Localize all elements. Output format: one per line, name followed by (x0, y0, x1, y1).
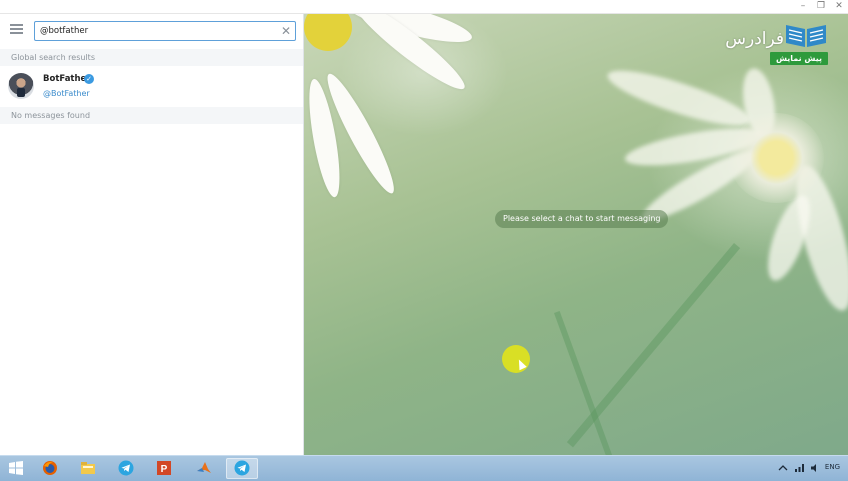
volume-icon[interactable] (810, 463, 820, 473)
minimize-icon[interactable]: – (798, 1, 808, 11)
book-icon (786, 25, 826, 47)
search-result-botfather[interactable]: BotFather ✓ @BotFather (0, 67, 303, 105)
firefox-icon (43, 461, 57, 475)
taskbar-matlab[interactable] (188, 458, 220, 479)
chat-area: فرادرس پیش نمایش Please select a chat to… (304, 13, 848, 455)
windows-start-button[interactable] (0, 458, 32, 479)
taskbar: P ENG (0, 455, 848, 481)
matlab-icon (197, 462, 211, 473)
result-username: @BotFather (43, 89, 90, 98)
global-results-header: Global search results (0, 49, 303, 66)
telegram-icon (234, 460, 250, 476)
faradars-watermark: فرادرس پیش نمایش (710, 21, 828, 73)
taskbar-file-explorer[interactable] (72, 458, 104, 479)
svg-text:P: P (161, 464, 168, 475)
avatar (8, 73, 34, 99)
close-icon[interactable]: ✕ (834, 1, 844, 11)
watermark-badge: پیش نمایش (769, 52, 828, 65)
window-titlebar: – ❐ ✕ (0, 0, 848, 14)
taskbar-telegram[interactable] (110, 458, 142, 479)
search-box[interactable]: ✕ (34, 21, 296, 41)
windows-start-icon (9, 461, 23, 475)
messages-results-header: No messages found (0, 107, 303, 124)
language-indicator[interactable]: ENG (825, 463, 840, 471)
left-panel: ✕ Global search results BotFather ✓ @Bot… (0, 13, 304, 455)
taskbar-telegram-active[interactable] (226, 458, 258, 479)
close-icon[interactable]: ✕ (281, 23, 291, 39)
network-icon[interactable] (794, 463, 805, 473)
hamburger-menu-icon[interactable] (10, 24, 23, 34)
chevron-up-icon[interactable] (778, 464, 788, 472)
system-tray: ENG (772, 456, 848, 481)
telegram-icon (118, 460, 134, 476)
watermark-title: فرادرس (725, 29, 784, 49)
restore-icon[interactable]: ❐ (816, 1, 826, 11)
cursor-highlight (502, 345, 530, 373)
file-explorer-icon (81, 462, 95, 474)
taskbar-firefox[interactable] (34, 458, 66, 479)
empty-chat-message: Please select a chat to start messaging (495, 210, 669, 228)
window-controls: – ❐ ✕ (798, 1, 844, 11)
taskbar-powerpoint[interactable]: P (148, 458, 180, 479)
check-badge-icon: ✓ (84, 74, 94, 84)
search-input[interactable] (40, 23, 275, 39)
powerpoint-icon: P (157, 461, 171, 475)
